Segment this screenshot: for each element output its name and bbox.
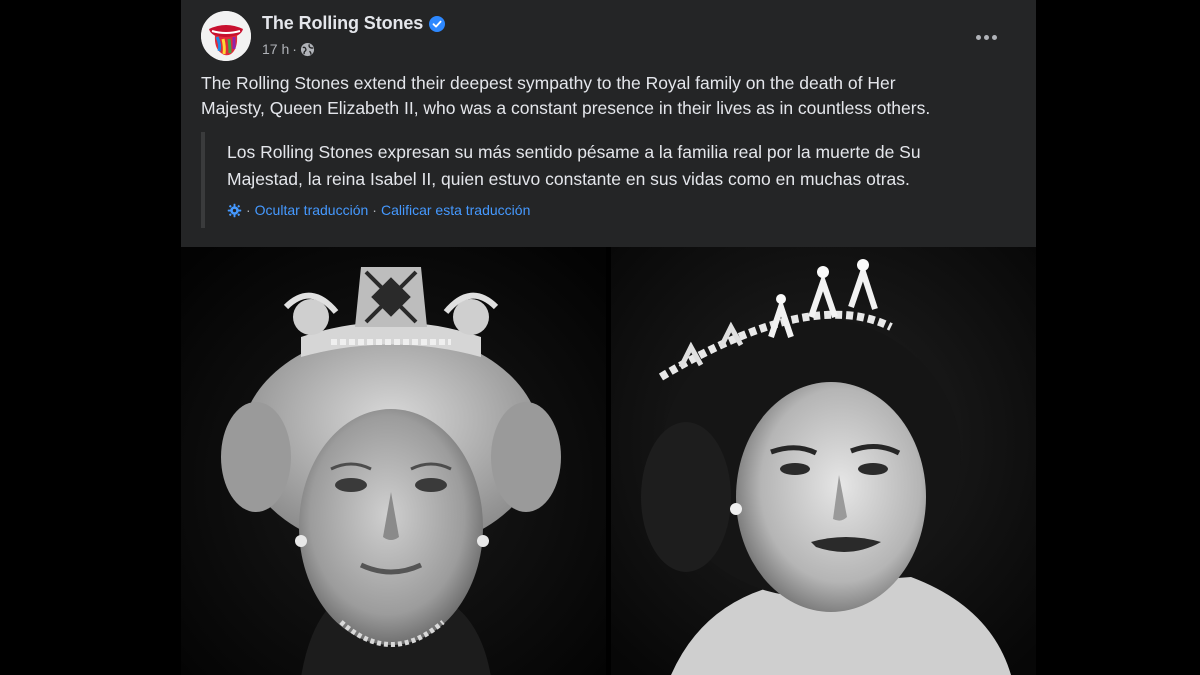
link-separator: ·	[246, 202, 251, 218]
more-options-icon	[975, 34, 997, 40]
rolling-stones-tongue-logo	[201, 11, 251, 61]
page-avatar[interactable]	[201, 11, 251, 61]
portrait-image-left	[181, 247, 606, 675]
gear-icon[interactable]	[227, 203, 242, 218]
photo-queen-young[interactable]	[611, 247, 1036, 675]
verified-badge-icon	[429, 15, 446, 32]
translated-line-2: Majestad, la reina Isabel II, quien estu…	[227, 169, 910, 189]
post-photos	[181, 247, 1036, 675]
hide-translation-link[interactable]: Ocultar traducción	[255, 202, 369, 218]
post-message-line-1: The Rolling Stones extend their deepest …	[201, 73, 896, 93]
post-message-line-2: Majesty, Queen Elizabeth II, who was a c…	[201, 98, 931, 118]
page-name[interactable]: The Rolling Stones	[262, 13, 423, 34]
translated-line-1: Los Rolling Stones expresan su más senti…	[227, 142, 921, 162]
more-options-button[interactable]	[968, 19, 1004, 55]
meta-separator: ·	[292, 41, 297, 57]
post-header: The Rolling Stones 17 h ·	[201, 11, 1016, 63]
portrait-image-right	[611, 247, 1036, 675]
translation-actions: · Ocultar traducción · Calificar esta tr…	[227, 202, 991, 218]
link-separator: ·	[372, 202, 377, 218]
facebook-post-card: The Rolling Stones 17 h · The Rolling St…	[181, 0, 1036, 675]
photo-queen-elderly[interactable]	[181, 247, 606, 675]
post-message: The Rolling Stones extend their deepest …	[201, 71, 1001, 121]
page: The Rolling Stones 17 h · The Rolling St…	[0, 0, 1200, 675]
page-name-row: The Rolling Stones	[262, 13, 446, 34]
post-timestamp[interactable]: 17 h	[262, 41, 289, 57]
translated-message: Los Rolling Stones expresan su más senti…	[227, 132, 991, 193]
post-meta: 17 h ·	[262, 41, 315, 57]
globe-icon	[300, 42, 315, 57]
rate-translation-link[interactable]: Calificar esta traducción	[381, 202, 530, 218]
translation-block: Los Rolling Stones expresan su más senti…	[201, 132, 991, 228]
